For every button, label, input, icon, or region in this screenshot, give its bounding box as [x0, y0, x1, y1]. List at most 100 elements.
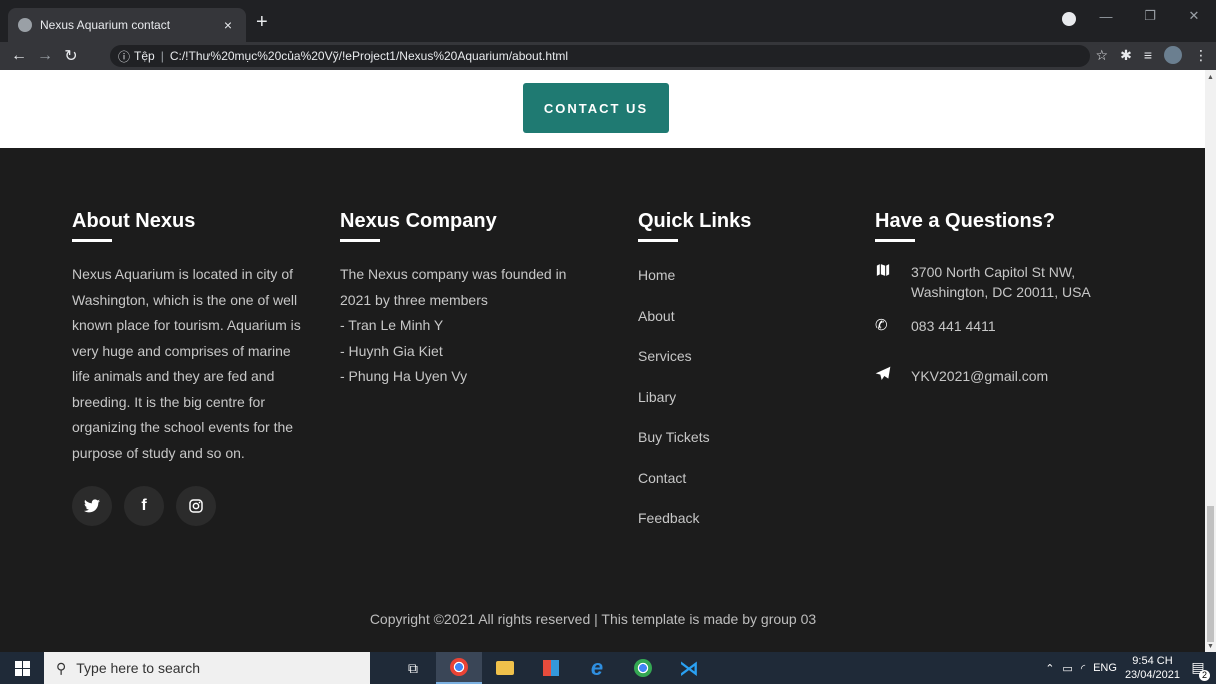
contact-us-button[interactable]: CONTACT US [523, 83, 669, 133]
globe-icon [18, 18, 32, 32]
minimize-icon[interactable]: — [1084, 9, 1128, 24]
internet-explorer-icon: e [590, 655, 604, 680]
scroll-up-icon[interactable]: ▲ [1207, 74, 1214, 81]
facebook-icon[interactable]: f [124, 486, 164, 526]
map-icon [875, 262, 911, 284]
footer-links-column: Quick Links Home About Services Libary B… [638, 210, 818, 551]
close-window-icon[interactable]: ✕ [1172, 8, 1216, 24]
quick-link-services[interactable]: Services [638, 348, 818, 389]
scrollbar-thumb[interactable] [1207, 506, 1214, 642]
scroll-down-icon[interactable]: ▼ [1207, 643, 1214, 650]
social-links: f [72, 486, 312, 526]
scheme-label: Tệp [134, 49, 155, 63]
chrome-icon [634, 659, 652, 677]
quick-links-list: Home About Services Libary Buy Tickets C… [638, 267, 818, 551]
tab-title: Nexus Aquarium contact [40, 18, 171, 32]
store-icon [543, 660, 559, 676]
toolbar-actions: ☆ ✱ ≡ ⋮ [1096, 46, 1208, 64]
avatar[interactable] [1164, 46, 1182, 64]
company-title: Nexus Company [340, 210, 497, 232]
quick-link-libary[interactable]: Libary [638, 389, 818, 430]
email-address[interactable]: YKV2021@gmail.com [911, 366, 1048, 386]
taskbar-ie-app[interactable]: e [574, 652, 620, 684]
contact-title: Have a Questions? [875, 210, 1056, 232]
extensions-icon[interactable]: ✱ [1120, 47, 1132, 64]
title-underline [72, 239, 112, 242]
page-viewport: CONTACT US About Nexus Nexus Aquarium is… [0, 70, 1205, 652]
company-line: - Huynh Gia Kiet [340, 342, 443, 359]
taskbar-chrome-app[interactable] [436, 652, 482, 684]
new-tab-button[interactable]: + [256, 12, 268, 32]
chrome-icon [450, 658, 468, 676]
browser-titlebar: Nexus Aquarium contact × + — ❐ ✕ [0, 0, 1216, 42]
contact-phone: ✆ 083 441 4411 [875, 316, 1195, 336]
about-title: About Nexus [72, 210, 196, 232]
address-bar[interactable]: ⓘ Tệp | C:/!Thư%20mục%20của%20Vỹ/!eProje… [110, 45, 1090, 67]
windows-logo-icon [14, 660, 30, 676]
system-clock[interactable]: 9:54 CH 23/04/2021 [1125, 654, 1180, 682]
taskbar-search[interactable]: ⚲ Type here to search [44, 652, 370, 684]
clock-date: 23/04/2021 [1124, 669, 1180, 681]
quick-link-home[interactable]: Home [638, 267, 818, 308]
footer-contact-column: Have a Questions? 3700 North Capitol St … [875, 210, 1195, 388]
search-placeholder: Type here to search [76, 660, 201, 676]
chevron-up-icon[interactable]: ⌃ [1045, 662, 1054, 675]
bookmark-star-icon[interactable]: ☆ [1096, 47, 1109, 64]
address-line-2: Washington, DC 20011, USA [911, 284, 1091, 300]
language-indicator[interactable]: ENG [1093, 662, 1117, 674]
info-icon[interactable]: ⓘ [118, 48, 130, 65]
reload-icon[interactable]: ↻ [58, 46, 84, 66]
title-underline [875, 239, 915, 242]
links-title: Quick Links [638, 210, 752, 232]
media-queue-icon[interactable]: ≡ [1144, 47, 1152, 63]
quick-link-feedback[interactable]: Feedback [638, 510, 818, 551]
about-text: Nexus Aquarium is located in city of Was… [72, 266, 301, 461]
browser-tab[interactable]: Nexus Aquarium contact × [8, 8, 246, 42]
search-icon: ⚲ [56, 659, 67, 676]
restore-icon[interactable]: ❐ [1128, 8, 1172, 24]
title-underline [340, 239, 380, 242]
url-text[interactable]: C:/!Thư%20mục%20của%20Vỹ/!eProject1/Nexu… [170, 49, 568, 63]
system-tray: ⌃ ▭ ◜ ENG 9:54 CH 23/04/2021 ▤ 2 [1045, 652, 1216, 684]
copyright-text: Copyright ©2021 All rights reserved | Th… [369, 611, 817, 627]
browser-toolbar: ← → ↻ ⓘ Tệp | C:/!Thư%20mục%20của%20Vỹ/!… [0, 42, 1216, 70]
notification-icon[interactable]: ▤ 2 [1188, 659, 1210, 681]
folder-icon [496, 661, 514, 675]
taskbar-chrome-app-2[interactable] [620, 652, 666, 684]
more-menu-icon[interactable]: ⋮ [1194, 47, 1208, 64]
page-scrollbar[interactable]: ▲ ▼ [1205, 70, 1216, 652]
forward-arrow-icon[interactable]: → [32, 47, 58, 65]
address-line-1: 3700 North Capitol St NW, [911, 264, 1076, 280]
task-view-icon[interactable]: ⧉ [390, 652, 436, 684]
company-line: - Tran Le Minh Y [340, 317, 444, 333]
phone-icon: ✆ [875, 317, 888, 334]
scheme-separator: | [160, 49, 164, 63]
instagram-icon[interactable] [176, 486, 216, 526]
phone-number[interactable]: 083 441 4411 [911, 316, 996, 336]
company-text: The Nexus company was founded in 2021 by… [340, 262, 590, 390]
footer-about-column: About Nexus Nexus Aquarium is located in… [72, 210, 312, 526]
window-controls: — ❐ ✕ [1084, 0, 1216, 32]
taskbar-file-explorer[interactable] [482, 652, 528, 684]
title-underline [638, 239, 678, 242]
battery-icon[interactable]: ▭ [1062, 662, 1072, 675]
quick-link-about[interactable]: About [638, 308, 818, 349]
cta-section: CONTACT US [0, 70, 1205, 148]
site-footer: About Nexus Nexus Aquarium is located in… [0, 148, 1205, 652]
company-line: 2021 by three members [340, 291, 488, 308]
contact-address: 3700 North Capitol St NW, Washington, DC… [875, 262, 1195, 302]
start-button[interactable] [0, 652, 44, 684]
notification-badge: 2 [1199, 670, 1210, 681]
taskbar-vscode-app[interactable]: ⋊ [666, 652, 712, 684]
windows-taskbar: ⚲ Type here to search ⧉ e ⋊ ⌃ ▭ ◜ ENG 9:… [0, 652, 1216, 684]
company-line: - Phung Ha Uyen Vy [340, 368, 468, 384]
profile-menu-icon[interactable] [1062, 12, 1076, 26]
quick-link-contact[interactable]: Contact [638, 470, 818, 511]
tab-close-icon[interactable]: × [220, 17, 236, 33]
wifi-icon[interactable]: ◜ [1081, 662, 1085, 675]
taskbar-store-app[interactable] [528, 652, 574, 684]
quick-link-buy-tickets[interactable]: Buy Tickets [638, 429, 818, 470]
back-arrow-icon[interactable]: ← [6, 47, 32, 65]
twitter-icon[interactable] [72, 486, 112, 526]
contact-email: YKV2021@gmail.com [875, 366, 1195, 388]
